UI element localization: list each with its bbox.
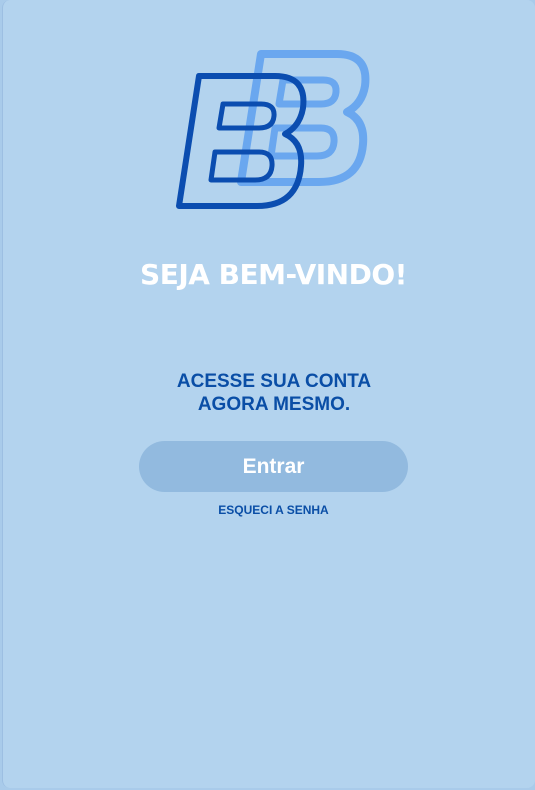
login-panel: SEJA BEM-VINDO! ACESSE SUA CONTA AGORA M… — [2, 0, 535, 788]
forgot-password-link[interactable]: ESQUECI A SENHA — [139, 503, 408, 517]
bb-logo-icon — [176, 50, 370, 209]
access-line-2: AGORA MESMO. — [197, 394, 351, 415]
welcome-title: SEJA BEM-VINDO! — [140, 258, 407, 291]
logo-front-letter — [176, 73, 307, 209]
enter-button[interactable]: Entrar — [139, 441, 408, 492]
access-line-1: ACESSE SUA CONTA — [176, 371, 372, 392]
access-subtitle: ACESSE SUA CONTA AGORA MESMO. — [143, 370, 405, 416]
